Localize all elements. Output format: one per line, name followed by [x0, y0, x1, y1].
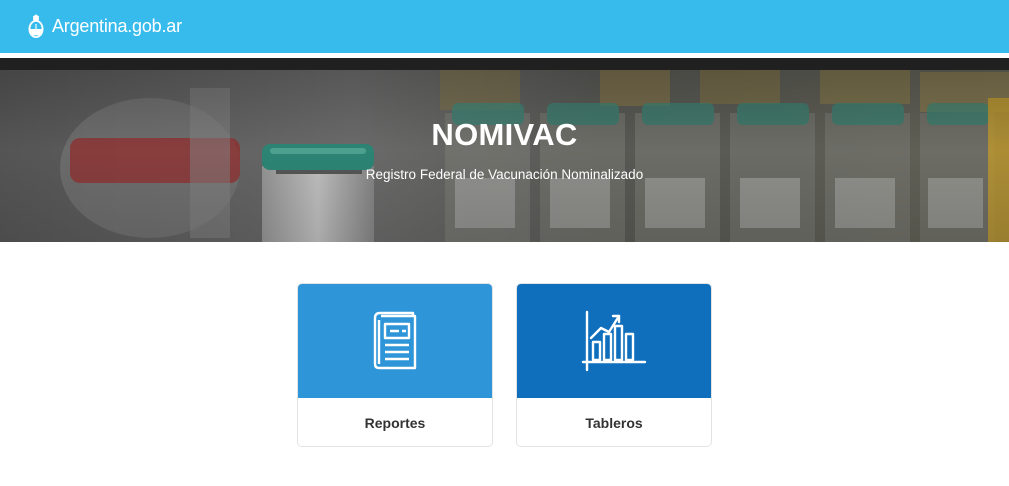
- bar-chart-icon: [581, 310, 647, 372]
- reportes-card-label: Reportes: [364, 415, 426, 431]
- brand-link[interactable]: Argentina.gob.ar: [26, 13, 182, 40]
- argentina-coat-of-arms-icon: [28, 13, 44, 38]
- brand-text: Argentina.gob.ar: [52, 16, 182, 36]
- hero-title: NOMIVAC: [431, 117, 578, 152]
- reportes-card-banner: [298, 284, 492, 398]
- reportes-card[interactable]: Reportes: [297, 283, 493, 447]
- report-book-icon: [373, 311, 417, 370]
- tableros-card-banner: [517, 284, 711, 398]
- hero-subtitle: Registro Federal de Vacunación Nominaliz…: [365, 167, 644, 182]
- tableros-card[interactable]: Tableros: [516, 283, 712, 447]
- top-navbar: Argentina.gob.ar: [0, 0, 1009, 53]
- hero-banner: NOMIVAC Registro Federal de Vacunación N…: [0, 58, 1009, 242]
- tableros-card-label: Tableros: [585, 415, 643, 431]
